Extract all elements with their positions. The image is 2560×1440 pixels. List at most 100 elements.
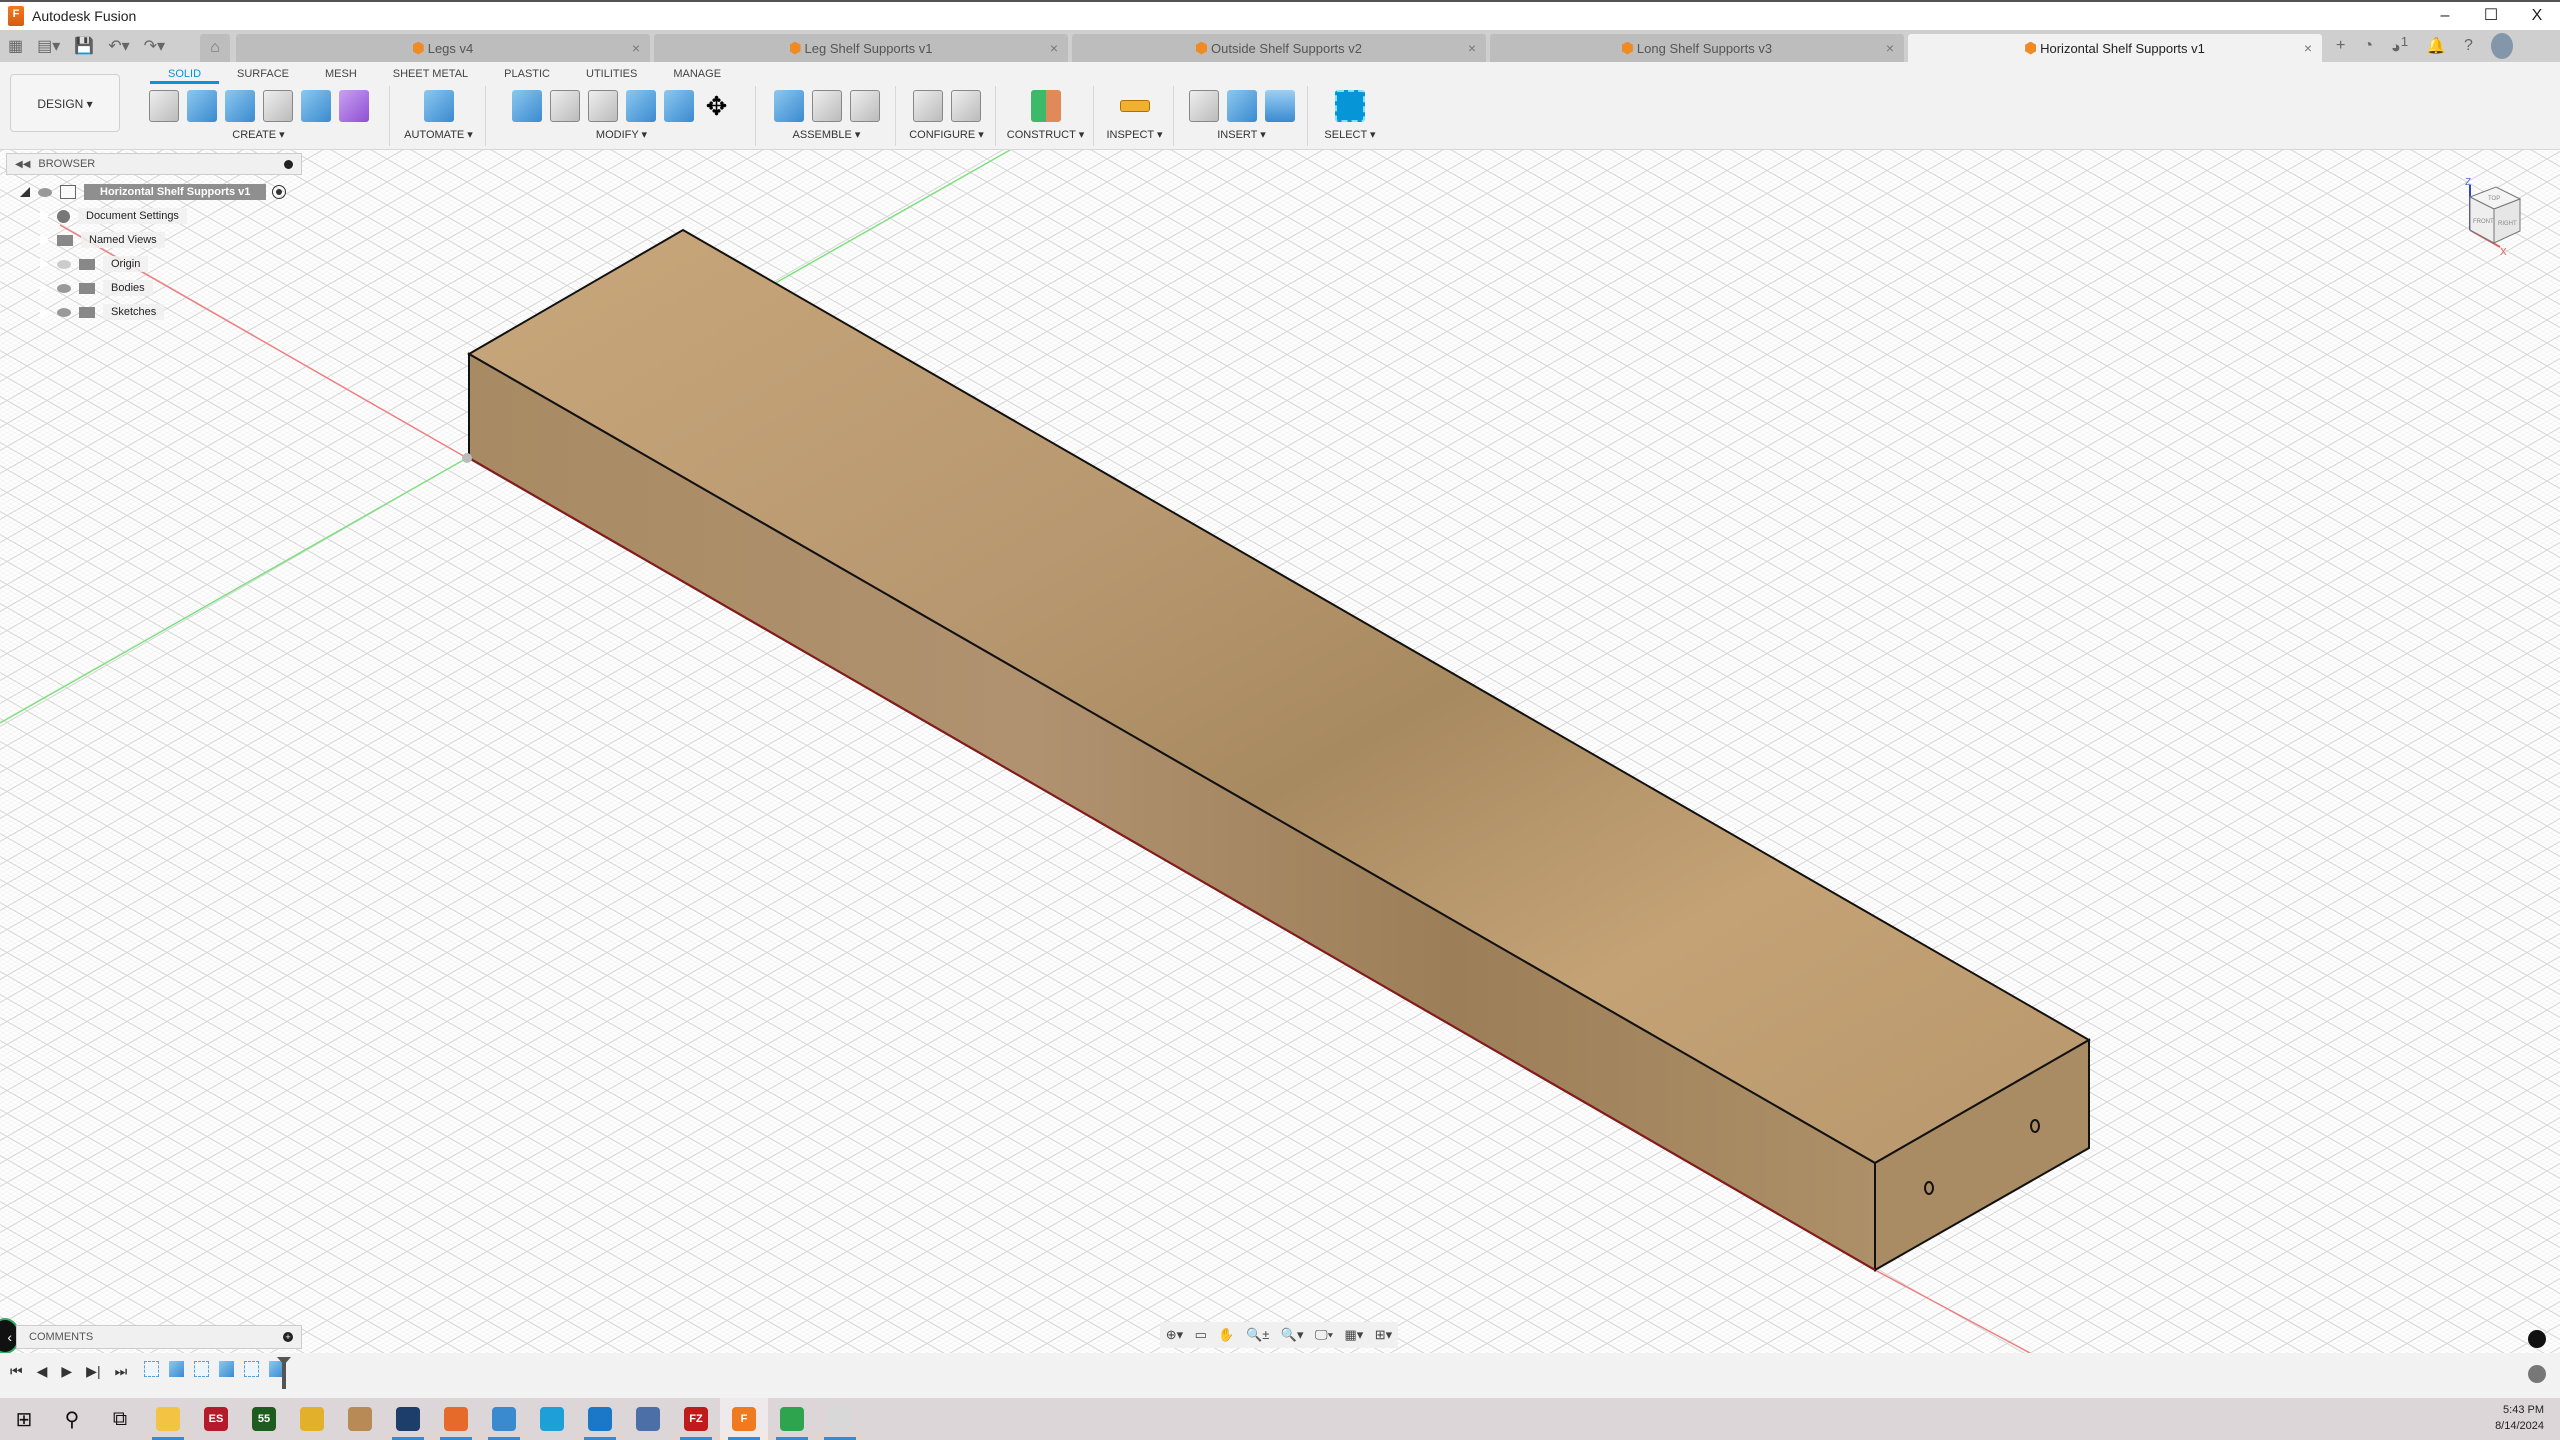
- taskbar-app-blue[interactable]: [288, 1398, 336, 1440]
- pan-icon[interactable]: ✋: [1218, 1327, 1234, 1343]
- configure-menu[interactable]: CONFIGURE ▾: [898, 128, 995, 141]
- extrude-icon[interactable]: [186, 90, 217, 122]
- maximize-button[interactable]: ☐: [2468, 2, 2514, 30]
- tab-plastic[interactable]: PLASTIC: [486, 68, 568, 84]
- taskbar-network-app[interactable]: [624, 1398, 672, 1440]
- browser-root-node[interactable]: Horizontal Shelf Supports v1: [20, 181, 287, 203]
- undo-icon[interactable]: ↶▾: [108, 36, 129, 56]
- viewports-icon[interactable]: ⊞▾: [1375, 1327, 1392, 1343]
- display-settings-icon[interactable]: 🖵▾: [1315, 1327, 1333, 1343]
- timeline-settings-gear-icon[interactable]: [2528, 1365, 2546, 1383]
- workspace-selector[interactable]: DESIGN ▾: [10, 74, 120, 132]
- taskbar-file-explorer[interactable]: [144, 1398, 192, 1440]
- shell-icon[interactable]: [587, 90, 618, 122]
- look-at-icon[interactable]: ▭: [1195, 1327, 1207, 1343]
- automate-icon[interactable]: [423, 90, 454, 122]
- taskbar-firefox[interactable]: [432, 1398, 480, 1440]
- move-copy-icon[interactable]: ✥: [702, 90, 732, 122]
- expand-triangle-icon[interactable]: [39, 233, 50, 247]
- expand-triangle-icon[interactable]: [39, 257, 50, 271]
- split-body-icon[interactable]: [663, 90, 694, 122]
- tab-close-icon[interactable]: ×: [2304, 40, 2312, 56]
- timeline-sketch-icon[interactable]: [144, 1361, 159, 1377]
- create-menu[interactable]: CREATE ▾: [128, 128, 389, 141]
- insert-mcmaster-icon[interactable]: [1226, 90, 1257, 122]
- fit-window-icon[interactable]: 🔍▾: [1281, 1327, 1304, 1343]
- step-forward-button[interactable]: ▶|: [86, 1363, 100, 1380]
- modify-menu[interactable]: MODIFY ▾: [488, 128, 755, 141]
- taskbar-55-app[interactable]: 55: [240, 1398, 288, 1440]
- browser-item-origin[interactable]: Origin: [39, 253, 149, 275]
- add-comment-icon[interactable]: +: [283, 1332, 293, 1342]
- taskbar-es-app[interactable]: ES: [192, 1398, 240, 1440]
- decal-icon[interactable]: [1264, 90, 1295, 122]
- tab-sheet-metal[interactable]: SHEET METAL: [375, 68, 486, 84]
- revolve-icon[interactable]: [224, 90, 255, 122]
- tab-mesh[interactable]: MESH: [307, 68, 375, 84]
- automate-menu[interactable]: AUTOMATE ▾: [392, 128, 485, 141]
- insert-menu[interactable]: INSERT ▾: [1176, 128, 1307, 141]
- save-icon[interactable]: 💾: [74, 36, 94, 56]
- create-sketch-icon[interactable]: [148, 90, 179, 122]
- tab-close-icon[interactable]: ×: [1050, 40, 1058, 56]
- tab-outside-shelf-supports[interactable]: Outside Shelf Supports v2 ×: [1072, 34, 1486, 62]
- close-button[interactable]: X: [2514, 2, 2560, 30]
- taskbar-filezilla[interactable]: FZ: [672, 1398, 720, 1440]
- taskbar-edge[interactable]: [528, 1398, 576, 1440]
- chat-feedback-icon[interactable]: [2528, 1330, 2546, 1348]
- configure-icon[interactable]: [912, 90, 943, 122]
- taskbar-inkscape-app[interactable]: [816, 1398, 864, 1440]
- visibility-eye-icon[interactable]: [57, 283, 71, 293]
- tab-manage[interactable]: MANAGE: [655, 68, 739, 84]
- expand-triangle-icon[interactable]: [39, 209, 50, 223]
- taskbar-fusion[interactable]: F: [720, 1398, 768, 1440]
- insert-derive-icon[interactable]: [1188, 90, 1219, 122]
- system-clock[interactable]: 5:43 PM 8/14/2024: [2495, 1402, 2544, 1434]
- browser-item-document-settings[interactable]: Document Settings: [39, 205, 187, 227]
- timeline-sketch-icon[interactable]: [244, 1361, 259, 1377]
- collapse-triangle-icon[interactable]: [20, 187, 30, 197]
- tab-horizontal-shelf-supports[interactable]: Horizontal Shelf Supports v1 ×: [1908, 34, 2322, 62]
- activate-component-radio[interactable]: [272, 185, 287, 199]
- expand-triangle-icon[interactable]: [39, 305, 50, 319]
- step-back-button[interactable]: ◀: [37, 1363, 48, 1380]
- assemble-menu[interactable]: ASSEMBLE ▾: [758, 128, 895, 141]
- redo-icon[interactable]: ↷▾: [144, 36, 165, 56]
- tab-leg-shelf-supports[interactable]: Leg Shelf Supports v1 ×: [654, 34, 1068, 62]
- home-icon[interactable]: ⌂: [200, 34, 230, 62]
- app-grid-icon[interactable]: ▦: [8, 36, 23, 56]
- taskbar-task-view[interactable]: ⧉: [96, 1398, 144, 1440]
- play-button[interactable]: ▶: [61, 1363, 72, 1380]
- tab-legs[interactable]: Legs v4 ×: [236, 34, 650, 62]
- configuration-table-icon[interactable]: [950, 90, 981, 122]
- timeline-marker[interactable]: [277, 1357, 291, 1389]
- inspect-menu[interactable]: INSPECT ▾: [1096, 128, 1173, 141]
- visibility-eye-icon[interactable]: [38, 187, 52, 197]
- taskbar-chrome[interactable]: [480, 1398, 528, 1440]
- browser-item-named-views[interactable]: Named Views: [39, 229, 165, 251]
- taskbar-search[interactable]: ⚲: [48, 1398, 96, 1440]
- timeline-sketch-icon[interactable]: [194, 1361, 209, 1377]
- browser-item-bodies[interactable]: Bodies: [39, 277, 153, 299]
- measure-icon[interactable]: [1119, 100, 1150, 112]
- extensions-icon[interactable]: ◔: [2363, 37, 2373, 55]
- taskbar-spreadsheet[interactable]: [768, 1398, 816, 1440]
- taskbar-vscode[interactable]: [576, 1398, 624, 1440]
- orbit-icon[interactable]: ⊕▾: [1166, 1327, 1183, 1343]
- collapse-browser-icon[interactable]: ◀◀: [15, 159, 30, 170]
- hole-icon[interactable]: [262, 90, 293, 122]
- zoom-icon[interactable]: 🔍±: [1246, 1327, 1269, 1343]
- tab-close-icon[interactable]: ×: [1468, 40, 1476, 56]
- taskbar-start[interactable]: ⊞: [0, 1398, 48, 1440]
- canvas-viewport[interactable]: [0, 150, 2560, 1353]
- combine-icon[interactable]: [625, 90, 656, 122]
- taskbar-game-app[interactable]: [336, 1398, 384, 1440]
- go-to-end-button[interactable]: ⏭: [115, 1363, 128, 1380]
- tab-close-icon[interactable]: ×: [1886, 40, 1894, 56]
- file-menu-icon[interactable]: ▤▾: [37, 36, 60, 56]
- press-pull-icon[interactable]: [511, 90, 542, 122]
- tab-utilities[interactable]: UTILITIES: [568, 68, 655, 84]
- job-status-icon[interactable]: ◕1: [2391, 34, 2408, 57]
- view-cube[interactable]: Z X TOP FRONT RIGHT: [2448, 175, 2538, 265]
- new-tab-icon[interactable]: +: [2336, 37, 2345, 55]
